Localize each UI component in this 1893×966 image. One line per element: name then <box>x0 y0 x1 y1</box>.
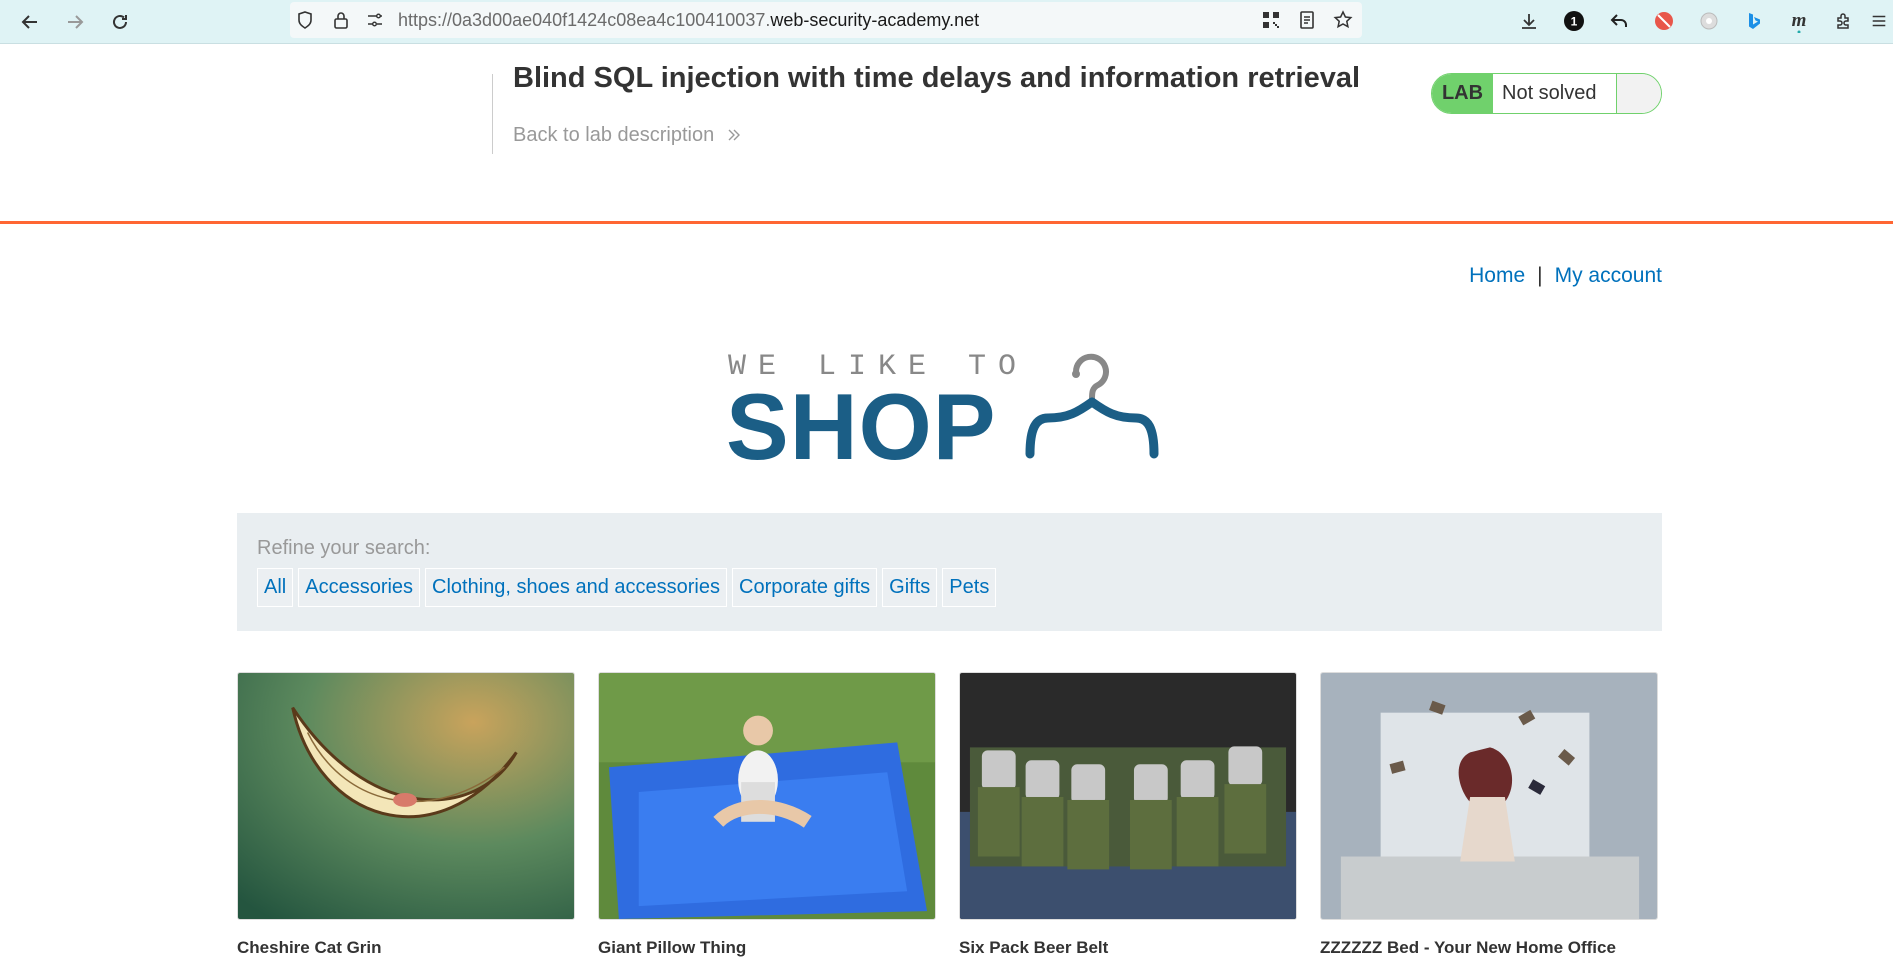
product-name[interactable]: ZZZZZZ Bed - Your New Home Office <box>1320 938 1616 958</box>
product-image-zzzzzz-bed[interactable] <box>1320 672 1658 920</box>
url-text[interactable]: https://0a3d00ae040f1424c08ea4c100410037… <box>398 10 979 31</box>
bookmark-star-icon[interactable] <box>1332 9 1354 31</box>
permissions-icon[interactable] <box>364 9 386 31</box>
product-card[interactable]: ZZZZZZ Bed - Your New Home Office <box>1320 672 1658 957</box>
m-extension-icon[interactable]: m <box>1786 8 1812 34</box>
password-manager-icon[interactable]: 1 <box>1561 8 1587 34</box>
lab-status-icon <box>1617 74 1661 113</box>
double-chevron-right-icon <box>720 124 742 146</box>
url-domain: web-security-academy.net <box>770 10 980 30</box>
url-prefix: https://0a3d00ae040f1424c08ea4c100410037… <box>398 10 771 30</box>
home-link[interactable]: Home <box>1469 264 1525 287</box>
filter-clothing[interactable]: Clothing, shoes and accessories <box>425 568 727 607</box>
product-card[interactable]: Giant Pillow Thing <box>598 672 936 957</box>
address-bar[interactable]: https://0a3d00ae040f1424c08ea4c100410037… <box>290 2 1362 38</box>
lab-status-label: LAB <box>1432 74 1493 113</box>
qr-code-icon[interactable] <box>1260 9 1282 31</box>
filter-all[interactable]: All <box>257 568 294 607</box>
forward-icon[interactable] <box>61 8 89 36</box>
product-name[interactable]: Giant Pillow Thing <box>598 938 746 958</box>
reload-icon[interactable] <box>106 8 134 36</box>
badge-number: 1 <box>1571 15 1578 29</box>
filter-label: Refine your search: <box>257 537 431 559</box>
download-icon[interactable] <box>1516 8 1542 34</box>
shield-icon[interactable] <box>294 9 316 31</box>
bing-icon[interactable] <box>1741 8 1767 34</box>
product-image-beer-belt[interactable] <box>959 672 1297 920</box>
lock-icon[interactable] <box>330 9 352 31</box>
logo-wordmark: SHOP <box>726 374 997 479</box>
menu-icon[interactable] <box>1866 8 1892 34</box>
nav-separator: | <box>1537 264 1543 287</box>
filter-pets[interactable]: Pets <box>942 568 997 607</box>
filter-gifts[interactable]: Gifts <box>882 568 938 607</box>
search-filters: Refine your search: All Accessories Clot… <box>237 513 1662 631</box>
back-to-lab-label: Back to lab description <box>513 124 715 146</box>
product-name[interactable]: Cheshire Cat Grin <box>237 938 382 958</box>
lab-title: Blind SQL injection with time delays and… <box>513 62 1361 94</box>
filter-accessories[interactable]: Accessories <box>298 568 421 607</box>
undo-arrow-icon[interactable] <box>1606 8 1632 34</box>
reader-view-icon[interactable] <box>1296 9 1318 31</box>
back-to-lab-link[interactable]: Back to lab description <box>513 124 742 147</box>
extension-gear-icon[interactable] <box>1696 8 1722 34</box>
browser-toolbar: https://0a3d00ae040f1424c08ea4c100410037… <box>0 0 1893 44</box>
product-name[interactable]: Six Pack Beer Belt <box>959 938 1108 958</box>
shop-logo[interactable]: WE LIKE TO SHOP <box>726 350 1168 474</box>
lab-header: Blind SQL injection with time delays and… <box>0 44 1893 224</box>
blocker-extension-icon[interactable] <box>1651 8 1677 34</box>
product-image-cheshire-cat[interactable] <box>237 672 575 920</box>
header-divider <box>492 74 493 154</box>
category-filter-list: All Accessories Clothing, shoes and acce… <box>257 568 997 607</box>
product-card[interactable]: Cheshire Cat Grin <box>237 672 575 957</box>
filter-corporate-gifts[interactable]: Corporate gifts <box>732 568 878 607</box>
product-card[interactable]: Six Pack Beer Belt <box>959 672 1297 957</box>
product-image-giant-pillow[interactable] <box>598 672 936 920</box>
extensions-puzzle-icon[interactable] <box>1831 8 1857 34</box>
hanger-icon <box>1025 353 1159 459</box>
lab-status-value: Not solved <box>1493 74 1617 113</box>
back-icon[interactable] <box>16 8 44 36</box>
svg-text:m: m <box>1792 10 1807 31</box>
my-account-link[interactable]: My account <box>1555 264 1662 287</box>
lab-status-widget: LAB Not solved <box>1431 73 1662 114</box>
top-nav: Home | My account <box>1469 264 1662 288</box>
